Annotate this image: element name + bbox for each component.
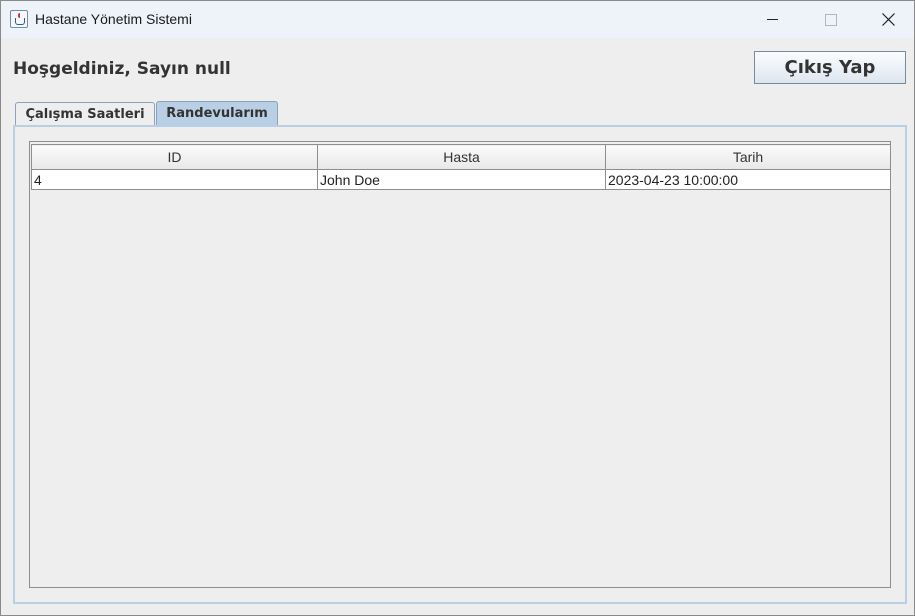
cell-date[interactable]: 2023-04-23 10:00:00 (605, 169, 891, 190)
main-content: Hoşgeldiniz, Sayın null Çıkış Yap Çalışm… (1, 38, 914, 615)
tab-appointments[interactable]: Randevularım (156, 101, 278, 126)
table-header-row: ID Hasta Tarih (31, 144, 891, 170)
logout-button[interactable]: Çıkış Yap (754, 51, 906, 84)
welcome-label: Hoşgeldiniz, Sayın null (13, 59, 231, 79)
maximize-icon (825, 14, 837, 26)
tab-panel-appointments: ID Hasta Tarih 4 John Doe 2023-04-23 10:… (13, 125, 907, 604)
tab-working-hours[interactable]: Çalışma Saatleri (15, 102, 155, 126)
title-bar[interactable]: Hastane Yönetim Sistemi (1, 1, 914, 38)
app-window: Hastane Yönetim Sistemi Hoşgeldiniz, Say… (0, 0, 915, 616)
cell-patient[interactable]: John Doe (317, 169, 606, 190)
close-icon (882, 13, 895, 26)
table-row[interactable]: 4 John Doe 2023-04-23 10:00:00 (31, 169, 891, 190)
appointments-table: ID Hasta Tarih 4 John Doe 2023-04-23 10:… (31, 144, 891, 190)
minimize-icon (767, 19, 778, 20)
minimize-button[interactable] (743, 1, 801, 38)
java-cup-icon (10, 10, 28, 28)
cell-id[interactable]: 4 (31, 169, 318, 190)
column-header-patient[interactable]: Hasta (317, 144, 606, 170)
column-header-date[interactable]: Tarih (605, 144, 891, 170)
close-button[interactable] (859, 1, 915, 38)
maximize-button[interactable] (801, 1, 859, 38)
appointments-scroll-pane[interactable]: ID Hasta Tarih 4 John Doe 2023-04-23 10:… (29, 141, 891, 588)
column-header-id[interactable]: ID (31, 144, 318, 170)
window-title: Hastane Yönetim Sistemi (35, 11, 192, 27)
